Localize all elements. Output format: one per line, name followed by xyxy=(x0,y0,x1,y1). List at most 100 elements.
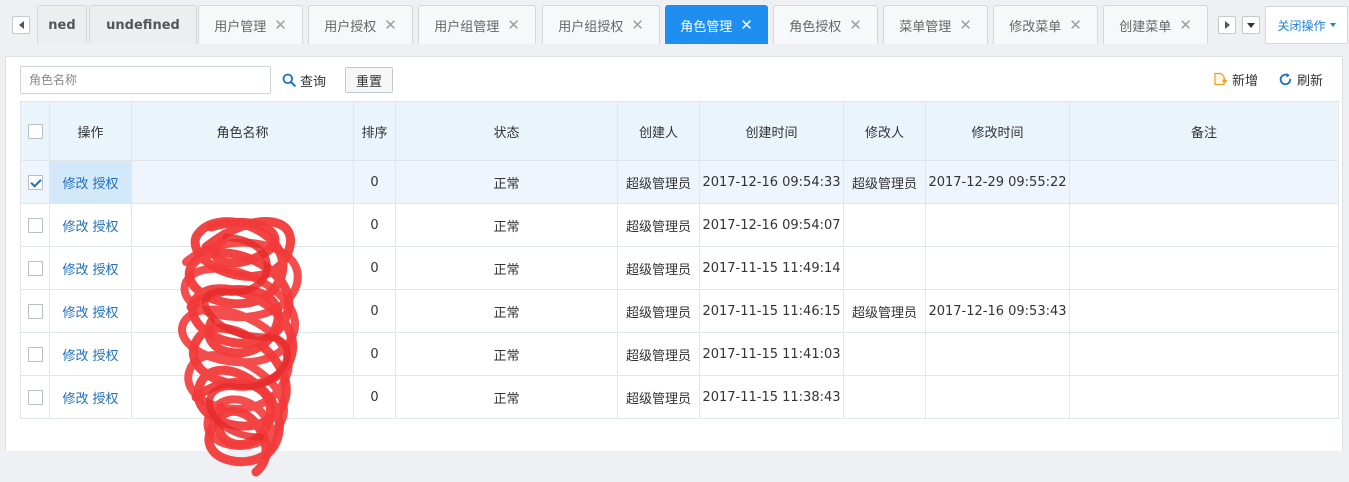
role-name-cell xyxy=(131,375,354,419)
remark-cell xyxy=(1069,375,1339,419)
role-table: 操作 角色名称 排序 状态 创建人 创建时间 修改人 修改时间 备注 修改 授权 0… xyxy=(20,101,1339,419)
tab-strip: ned undefined 用户管理 ✕ 用户授权 ✕ 用户组管理 ✕ 用户组授权 ✕ 角色管理 ✕ 角… xyxy=(0,0,1349,46)
column-header-modified-time[interactable]: 修改时间 xyxy=(925,101,1070,161)
grant-link[interactable]: 授权 xyxy=(93,177,119,192)
tab-6[interactable]: 用户组授权 ✕ xyxy=(542,5,660,44)
tab-label: 用户组管理 xyxy=(434,19,500,35)
close-icon[interactable]: ✕ xyxy=(740,17,753,33)
tab-7[interactable]: 角色管理 ✕ xyxy=(665,5,768,44)
close-icon[interactable]: ✕ xyxy=(631,17,644,33)
row-select-cell xyxy=(20,332,50,376)
query-label: 查询 xyxy=(300,74,327,90)
edit-link[interactable]: 修改 xyxy=(62,349,88,364)
grant-link[interactable]: 授权 xyxy=(93,306,119,321)
close-icon[interactable]: ✕ xyxy=(959,17,972,33)
role-management-panel: 查询 重置 新增 刷新 操作 角色名称 排序 xyxy=(5,56,1343,477)
sort-cell: 0 xyxy=(353,289,396,333)
row-select-cell xyxy=(20,160,50,204)
edit-link[interactable]: 修改 xyxy=(62,177,88,192)
tab-3[interactable]: 用户管理 ✕ xyxy=(198,5,303,44)
remark-cell xyxy=(1069,203,1339,247)
add-document-icon xyxy=(1214,72,1227,86)
close-icon[interactable]: ✕ xyxy=(1179,17,1192,33)
column-header-created-time[interactable]: 创建时间 xyxy=(699,101,844,161)
tab-10[interactable]: 修改菜单 ✕ xyxy=(993,5,1098,44)
row-checkbox[interactable] xyxy=(27,174,43,190)
table-row[interactable]: 修改 授权 0 正常 超级管理员 2017-11-15 11:46:15 超级管理员 2017… xyxy=(20,289,1339,333)
role-name-cell xyxy=(131,246,354,290)
tab-label: 创建菜单 xyxy=(1119,19,1172,35)
status-cell: 正常 xyxy=(395,246,618,290)
row-checkbox[interactable] xyxy=(27,346,43,362)
row-checkbox[interactable] xyxy=(27,303,43,319)
reset-button[interactable]: 重置 xyxy=(345,67,393,93)
grant-link[interactable]: 授权 xyxy=(93,392,119,407)
modifier-cell xyxy=(843,375,926,419)
edit-link[interactable]: 修改 xyxy=(62,306,88,321)
tab-label: 用户组授权 xyxy=(558,19,624,35)
tab-4[interactable]: 用户授权 ✕ xyxy=(308,5,413,44)
close-operations-menu[interactable]: 关闭操作 xyxy=(1265,6,1348,44)
table-row[interactable]: 修改 授权 0 正常 超级管理员 2017-11-15 11:41:03 xyxy=(20,332,1339,376)
tab-9[interactable]: 菜单管理 ✕ xyxy=(883,5,988,44)
column-header-remark[interactable]: 备注 xyxy=(1069,101,1339,161)
query-button[interactable]: 查询 xyxy=(282,66,326,94)
row-checkbox[interactable] xyxy=(27,389,43,405)
tab-2[interactable]: undefined xyxy=(89,5,197,44)
close-icon[interactable]: ✕ xyxy=(1069,17,1082,33)
role-name-cell xyxy=(131,332,354,376)
edit-link[interactable]: 修改 xyxy=(62,392,88,407)
column-header-modifier[interactable]: 修改人 xyxy=(843,101,926,161)
tab-label: 修改菜单 xyxy=(1009,19,1062,35)
table-row[interactable]: 修改 授权 0 正常 超级管理员 2017-11-15 11:38:43 xyxy=(20,375,1339,419)
table-row[interactable]: 修改 授权 0 正常 超级管理员 2017-11-15 11:49:14 xyxy=(20,246,1339,290)
grant-link[interactable]: 授权 xyxy=(93,349,119,364)
remark-cell xyxy=(1069,246,1339,290)
row-checkbox[interactable] xyxy=(27,260,43,276)
column-header-status[interactable]: 状态 xyxy=(395,101,618,161)
tab-scroll-right-button[interactable] xyxy=(1218,16,1236,34)
modifier-cell: 超级管理员 xyxy=(843,289,926,333)
grant-link[interactable]: 授权 xyxy=(93,263,119,278)
edit-link[interactable]: 修改 xyxy=(62,263,88,278)
close-icon[interactable]: ✕ xyxy=(384,17,397,33)
status-cell: 正常 xyxy=(395,375,618,419)
modifier-cell xyxy=(843,332,926,376)
table-row[interactable]: 修改 授权 0 正常 超级管理员 2017-12-16 09:54:07 xyxy=(20,203,1339,247)
creator-cell: 超级管理员 xyxy=(617,375,700,419)
modified-time-cell: 2017-12-29 09:55:22 xyxy=(925,160,1070,204)
status-cell: 正常 xyxy=(395,203,618,247)
created-time-cell: 2017-11-15 11:38:43 xyxy=(699,375,844,419)
add-label: 新增 xyxy=(1232,73,1259,89)
tab-scroll-left-button[interactable] xyxy=(12,16,30,34)
select-all-checkbox[interactable] xyxy=(27,123,43,139)
column-header-role-name[interactable]: 角色名称 xyxy=(131,101,354,161)
column-header-creator[interactable]: 创建人 xyxy=(617,101,700,161)
status-cell: 正常 xyxy=(395,332,618,376)
tab-5[interactable]: 用户组管理 ✕ xyxy=(418,5,536,44)
grant-link[interactable]: 授权 xyxy=(93,220,119,235)
close-icon[interactable]: ✕ xyxy=(849,17,862,33)
close-icon[interactable]: ✕ xyxy=(274,17,287,33)
created-time-cell: 2017-11-15 11:41:03 xyxy=(699,332,844,376)
sort-cell: 0 xyxy=(353,375,396,419)
sort-cell: 0 xyxy=(353,160,396,204)
edit-link[interactable]: 修改 xyxy=(62,220,88,235)
role-name-search-input[interactable] xyxy=(20,66,271,94)
row-select-cell xyxy=(20,203,50,247)
modifier-cell xyxy=(843,246,926,290)
row-checkbox[interactable] xyxy=(27,217,43,233)
add-button[interactable]: 新增 xyxy=(1212,67,1258,91)
table-row[interactable]: 修改 授权 0 正常 超级管理员 2017-12-16 09:54:33 超级管理员 2017… xyxy=(20,160,1339,204)
column-header-sort[interactable]: 排序 xyxy=(353,101,396,161)
tab-11[interactable]: 创建菜单 ✕ xyxy=(1103,5,1208,44)
tab-8[interactable]: 角色授权 ✕ xyxy=(773,5,878,44)
close-icon[interactable]: ✕ xyxy=(507,17,520,33)
refresh-button[interactable]: 刷新 xyxy=(1278,67,1323,91)
tab-list-dropdown-button[interactable] xyxy=(1242,16,1260,34)
tab-1[interactable]: ned xyxy=(37,5,87,44)
row-actions-cell: 修改 授权 xyxy=(49,289,132,333)
modified-time-cell xyxy=(925,375,1070,419)
modified-time-cell xyxy=(925,246,1070,290)
created-time-cell: 2017-12-16 09:54:33 xyxy=(699,160,844,204)
